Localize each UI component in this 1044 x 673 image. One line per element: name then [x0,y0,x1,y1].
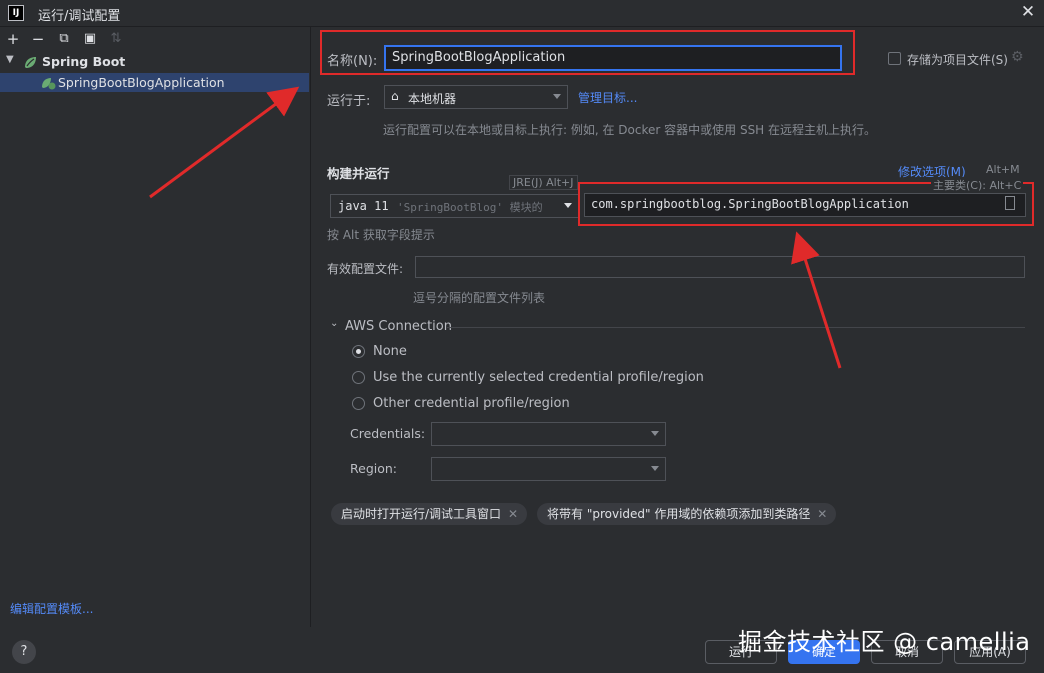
annotation-arrow-right [791,231,842,369]
watermark: 掘金技术社区 @ camellia [738,628,1031,656]
annotation-arrow-left [149,86,300,199]
annotation-arrows [149,86,842,369]
